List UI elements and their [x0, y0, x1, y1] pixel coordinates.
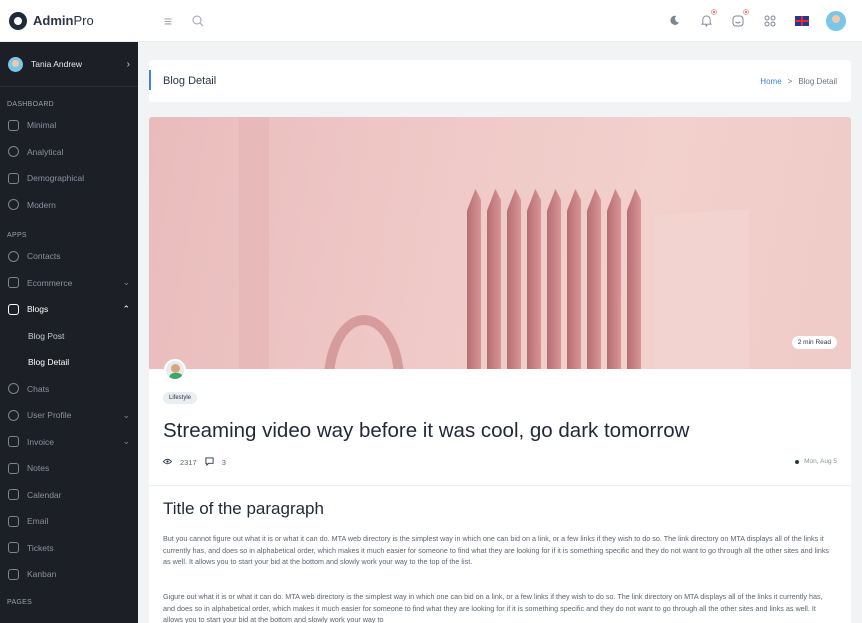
sidebar-item-label: Demographical: [27, 173, 85, 184]
sidebar-item-ecommerce[interactable]: Ecommerce ⌄: [0, 270, 138, 297]
section-heading: Title of the paragraph: [163, 499, 324, 518]
sidebar-item-label: Modern: [27, 199, 56, 210]
message-icon[interactable]: [730, 8, 749, 29]
top-bar: AdminPro ≡: [0, 0, 862, 42]
comment-icon: [205, 457, 214, 468]
kanban-icon: [8, 568, 19, 580]
phone-icon: [8, 250, 19, 262]
hero-image: 2 min Read: [149, 117, 851, 369]
breadcrumb-home-link[interactable]: Home: [760, 77, 781, 86]
post-title: Streaming video way before it was cool, …: [163, 419, 690, 442]
menu-icon[interactable]: ≡: [160, 13, 176, 29]
brand[interactable]: AdminPro: [0, 0, 138, 42]
sidebar-item-modern[interactable]: Modern: [0, 192, 138, 219]
page-header: Blog Detail Home > Blog Detail: [149, 60, 851, 102]
chevron-up-icon: ⌃: [122, 303, 130, 314]
chevron-down-icon: ⌄: [122, 409, 130, 420]
breadcrumb: Home > Blog Detail: [760, 77, 851, 86]
sidebar-item-label: Contacts: [27, 251, 61, 262]
sidebar-item-contacts[interactable]: Contacts: [0, 243, 138, 270]
sidebar-item-minimal[interactable]: Minimal: [0, 112, 138, 139]
comments-count: 3: [221, 458, 226, 467]
sidebar-item-label: Invoice: [27, 436, 54, 447]
sidebar-item-demographical[interactable]: Demographical: [0, 165, 138, 192]
sidebar-item-label: Ecommerce: [27, 277, 73, 288]
sidebar-item-invoice[interactable]: Invoice ⌄: [0, 429, 138, 456]
sidebar-item-email[interactable]: Email: [0, 508, 138, 535]
modern-icon: [8, 199, 19, 211]
sidebar-subitem-blog-post[interactable]: Blog Post: [0, 323, 138, 350]
avatar[interactable]: [826, 10, 846, 31]
minimal-icon: [8, 119, 19, 131]
shield-user-icon: [8, 409, 19, 421]
invoice-icon: [8, 436, 19, 448]
sidebar-item-calendar[interactable]: Calendar: [0, 482, 138, 509]
breadcrumb-current: Blog Detail: [798, 76, 837, 86]
sidebar-item-analytical[interactable]: Analytical: [0, 139, 138, 166]
breadcrumb-separator-icon: >: [787, 76, 793, 86]
user-name: Tania Andrew: [31, 59, 83, 69]
ticket-icon: [8, 542, 19, 554]
sidebar-item-label: Minimal: [27, 120, 57, 131]
sidebar-item-user-profile[interactable]: User Profile ⌄: [0, 402, 138, 429]
sidebar-item-label: Tickets: [27, 542, 54, 553]
demographical-icon: [8, 172, 19, 184]
moon-icon[interactable]: [666, 13, 682, 29]
sidebar-item-label: Email: [27, 516, 49, 527]
sidebar-item-label: Blogs: [27, 304, 49, 315]
notes-icon: [8, 462, 19, 474]
apps-icon[interactable]: [762, 13, 778, 29]
sidebar-item-chats[interactable]: Chats: [0, 376, 138, 403]
blog-icon: [8, 303, 19, 315]
user-avatar: [8, 56, 23, 72]
sidebar-item-label: Analytical: [27, 146, 64, 157]
chat-icon: [8, 383, 19, 395]
post-meta: 2317 3: [162, 457, 226, 468]
sidebar-item-label: Kanban: [27, 569, 57, 580]
sidebar-item-label: Notes: [27, 463, 50, 474]
chevron-right-icon: ›: [126, 58, 130, 70]
analytical-icon: [8, 146, 19, 158]
brand-logo-icon: [9, 11, 27, 30]
flag-uk-icon[interactable]: [794, 13, 810, 29]
section-pages: PAGES: [7, 598, 33, 606]
post-date: Mon, Aug 5: [795, 458, 837, 465]
section-dashboard: DASHBOARD: [7, 101, 55, 108]
paragraph-1: But you cannot figure out what it is or …: [163, 534, 830, 567]
chevron-down-icon: ⌄: [122, 277, 130, 288]
sidebar-item-blogs[interactable]: Blogs ⌃: [0, 296, 138, 323]
sidebar-item-tickets[interactable]: Tickets: [0, 535, 138, 562]
page-title: Blog Detail: [163, 75, 217, 87]
sidebar-item-notes[interactable]: Notes: [0, 455, 138, 482]
message-dot: [743, 8, 749, 15]
sidebar-item-label: Calendar: [27, 489, 62, 500]
sidebar-item-kanban[interactable]: Kanban: [0, 561, 138, 588]
views-count: 2317: [180, 458, 197, 467]
blog-detail-card: 2 min Read Lifestyle Streaming video way…: [149, 117, 851, 623]
mail-icon: [8, 515, 19, 527]
read-time-badge: 2 min Read: [791, 336, 837, 349]
search-icon[interactable]: [190, 13, 206, 29]
calendar-icon: [8, 489, 19, 501]
sidebar: Tania Andrew › DASHBOARD Minimal Analyti…: [0, 42, 138, 623]
bell-icon[interactable]: [698, 8, 717, 29]
sidebar-subitem-blog-detail[interactable]: Blog Detail: [0, 349, 138, 376]
section-apps: APPS: [7, 232, 27, 239]
basket-icon: [8, 277, 19, 289]
divider: [149, 485, 851, 486]
paragraph-2: Gigure out what it is or what it can do.…: [163, 592, 823, 623]
eye-icon: [162, 458, 173, 467]
sidebar-item-label: User Profile: [27, 410, 72, 421]
author-avatar[interactable]: [164, 359, 186, 381]
category-tag[interactable]: Lifestyle: [163, 392, 198, 404]
brand-name: AdminPro: [33, 13, 94, 28]
chevron-down-icon: ⌄: [122, 436, 130, 447]
sidebar-user[interactable]: Tania Andrew ›: [0, 42, 138, 87]
sidebar-item-label: Chats: [27, 383, 50, 394]
notification-dot: [711, 8, 717, 15]
